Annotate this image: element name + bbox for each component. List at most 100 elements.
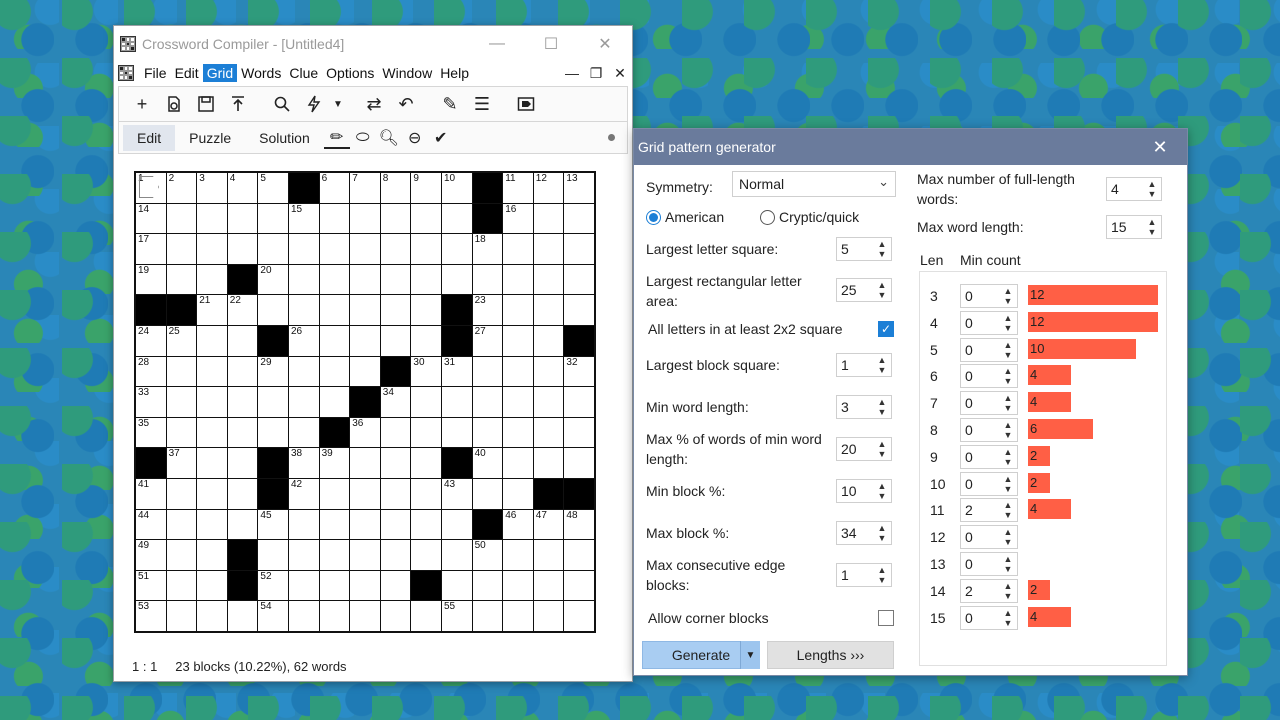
grid-cell[interactable] [350, 295, 380, 325]
grid-block[interactable] [258, 479, 288, 509]
min-count-input[interactable]: 0 ▲ ▼ [960, 552, 1018, 576]
grid-cell[interactable] [289, 509, 319, 540]
grid-cell[interactable] [411, 234, 441, 264]
grid-cell[interactable] [564, 387, 594, 417]
menu-help[interactable]: Help [436, 64, 473, 82]
grid-cell[interactable] [227, 601, 258, 631]
mdi-close-button[interactable]: ✕ [608, 65, 632, 82]
grid-cell[interactable] [350, 264, 380, 295]
grid-cell[interactable] [166, 264, 197, 295]
menu-window[interactable]: Window [378, 64, 436, 82]
grid-cell[interactable]: 7 [350, 173, 380, 203]
grid-cell[interactable] [411, 509, 441, 540]
grid-cell[interactable] [472, 356, 503, 387]
grid-cell[interactable] [380, 509, 411, 540]
mdi-minimize-button[interactable]: — [560, 65, 584, 81]
grid-cell[interactable]: 35 [136, 417, 166, 448]
spin-arrows-icon[interactable]: ▲ ▼ [875, 481, 889, 501]
min-count-input[interactable]: 0 ▲ ▼ [960, 337, 1018, 362]
max-full-length-input[interactable]: 4 ▲ ▼ [1106, 177, 1162, 201]
mode-puzzle[interactable]: Puzzle [175, 125, 245, 151]
min-count-input[interactable]: 0 ▲ ▼ [960, 310, 1018, 335]
grid-cell[interactable] [289, 570, 319, 601]
spin-arrows-icon[interactable]: ▲ ▼ [1001, 474, 1015, 494]
grid-cell[interactable]: 22 [227, 295, 258, 325]
grid-cell[interactable] [411, 479, 441, 509]
min-count-input[interactable]: 0 ▲ ▼ [960, 444, 1018, 469]
grid-cell[interactable] [319, 264, 350, 295]
grid-cell[interactable] [533, 234, 564, 264]
min-count-input[interactable]: 0 ▲ ▼ [960, 364, 1018, 389]
spin-arrows-icon[interactable]: ▲ ▼ [875, 439, 889, 459]
grid-block[interactable] [319, 417, 350, 448]
grid-cell[interactable] [227, 203, 258, 234]
grid-cell[interactable] [472, 417, 503, 448]
grid-cell[interactable] [258, 540, 288, 570]
grid-cell[interactable] [258, 203, 288, 234]
grid-cell[interactable]: 30 [411, 356, 441, 387]
grid-cell[interactable] [564, 570, 594, 601]
spin-arrows-icon[interactable]: ▲ ▼ [875, 565, 889, 585]
grid-block[interactable] [472, 203, 503, 234]
grid-cell[interactable]: 44 [136, 509, 166, 540]
mode-edit[interactable]: Edit [123, 124, 176, 151]
grid-cell[interactable] [350, 234, 380, 264]
grid-cell[interactable]: 23 [472, 295, 503, 325]
menu-edit[interactable]: Edit [171, 64, 203, 82]
grid-cell[interactable]: 12 [533, 173, 564, 203]
grid-cell[interactable] [197, 234, 227, 264]
grid-cell[interactable] [411, 264, 441, 295]
symmetry-select[interactable]: Normal ⌄ [732, 171, 896, 197]
grid-cell[interactable] [319, 203, 350, 234]
grid-cell[interactable]: 33 [136, 387, 166, 417]
largest-letter-square-input[interactable]: 5 ▲ ▼ [836, 237, 892, 261]
max-consec-edge-input[interactable]: 1 ▲ ▼ [836, 563, 892, 587]
circle-icon[interactable]: ⬭ [350, 129, 376, 147]
min-count-input[interactable]: 0 ▲ ▼ [960, 391, 1018, 416]
grid-cell[interactable] [319, 540, 350, 570]
max-pct-min-words-input[interactable]: 20 ▲ ▼ [836, 437, 892, 461]
grid-cell[interactable] [227, 448, 258, 478]
check-icon[interactable]: ✔ [428, 128, 454, 148]
grid-cell[interactable]: 9 [411, 173, 441, 203]
grid-cell[interactable] [289, 295, 319, 325]
grid-cell[interactable] [411, 295, 441, 325]
grid-cell[interactable]: 6 [319, 173, 350, 203]
mdi-restore-button[interactable]: ❐ [584, 65, 608, 82]
spin-arrows-icon[interactable]: ▲ ▼ [1001, 608, 1015, 628]
grid-cell[interactable] [472, 387, 503, 417]
grid-block[interactable] [442, 448, 472, 478]
grid-cell[interactable]: 45 [258, 509, 288, 540]
grid-block[interactable] [136, 295, 166, 325]
grid-cell[interactable] [350, 203, 380, 234]
spin-arrows-icon[interactable]: ▲ ▼ [1001, 527, 1015, 547]
grid-cell[interactable] [319, 479, 350, 509]
spin-arrows-icon[interactable]: ▲ ▼ [1145, 179, 1159, 199]
menu-options[interactable]: Options [322, 64, 378, 82]
grid-cell[interactable]: 49 [136, 540, 166, 570]
grid-cell[interactable] [289, 234, 319, 264]
grid-cell[interactable] [258, 417, 288, 448]
dialog-close-icon[interactable]: ✕ [1133, 137, 1187, 158]
grid-cell[interactable] [533, 540, 564, 570]
grid-block[interactable] [564, 479, 594, 509]
grid-cell[interactable] [258, 295, 288, 325]
grid-cell[interactable]: 19 [136, 264, 166, 295]
spin-arrows-icon[interactable]: ▲ ▼ [1001, 420, 1015, 440]
grid-cell[interactable] [350, 326, 380, 356]
spin-arrows-icon[interactable]: ▲ ▼ [1001, 581, 1015, 601]
grid-cell[interactable]: 42 [289, 479, 319, 509]
search-icon[interactable] [267, 90, 297, 118]
grid-cell[interactable]: 29 [258, 356, 288, 387]
spin-arrows-icon[interactable]: ▲ ▼ [875, 523, 889, 543]
grid-cell[interactable] [166, 509, 197, 540]
min-count-input[interactable]: 0 ▲ ▼ [960, 525, 1018, 550]
grid-cell[interactable] [380, 448, 411, 478]
max-word-length-input[interactable]: 15 ▲ ▼ [1106, 215, 1162, 239]
grid-cell[interactable] [197, 264, 227, 295]
grid-cell[interactable] [503, 387, 533, 417]
radio-american[interactable]: American [646, 207, 724, 227]
grid-cell[interactable] [380, 203, 411, 234]
grid-cell[interactable] [197, 417, 227, 448]
grid-cell[interactable] [289, 540, 319, 570]
